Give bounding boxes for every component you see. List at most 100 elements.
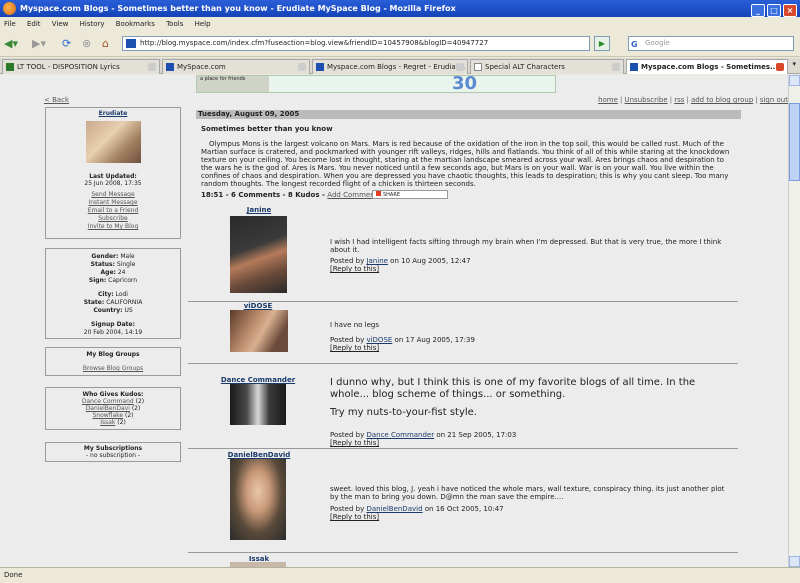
comment-author-link[interactable]: Dance Commander [366,431,434,439]
gender-value: Male [120,253,135,260]
menu-bookmarks[interactable]: Bookmarks [116,20,155,28]
comment-text: I dunno why, but I think this is one of … [330,377,696,400]
minimize-button[interactable]: _ [751,4,765,17]
tab-special-alt[interactable]: Special ALT Characters [470,59,624,74]
home-link[interactable]: home [598,96,618,104]
commenter-name[interactable]: Dance Commander [218,376,298,384]
last-updated-value: 25 Jun 2008, 17:35 [84,180,142,187]
browse-groups-link[interactable]: Browse Blog Groups [46,365,180,372]
tab-regret[interactable]: Myspace.com Blogs - Regret - Erudiat... [312,59,468,74]
vertical-scrollbar[interactable] [788,75,800,567]
search-input[interactable]: G Google [628,36,794,51]
scroll-up-icon[interactable] [789,75,800,86]
comment-date: on 16 Oct 2005, 10:47 [424,505,504,513]
post-body-text: Olympus Mons is the largest volcano on M… [201,140,730,188]
reply-link[interactable]: [Reply to this] [330,265,379,273]
commenter-avatar[interactable] [230,459,286,540]
tab-close-icon[interactable] [148,63,156,71]
profile-avatar[interactable] [85,121,141,163]
maximize-button[interactable]: □ [767,4,781,17]
tab-close-icon[interactable] [612,63,620,71]
menu-history[interactable]: History [80,20,105,28]
add-to-group-link[interactable]: add to blog group [691,96,753,104]
reply-link[interactable]: [Reply to this] [330,513,379,521]
tab-close-icon[interactable] [298,63,306,71]
forward-icon[interactable]: ▶▾ [32,35,46,52]
menu-help[interactable]: Help [195,20,211,28]
tab-lt-tool[interactable]: LT TOOL - DISPOSITION Lyrics [2,59,160,74]
commenter-name[interactable]: viDOSE [230,302,286,310]
menu-edit[interactable]: Edit [27,20,41,28]
tab-sometimes[interactable]: Myspace.com Blogs - Sometimes... [626,59,788,74]
sign-label: Sign: [88,277,107,284]
sign-value: Capricorn [108,277,138,284]
ad-banner[interactable]: a place for friends 30 [196,75,556,94]
comment-posted: Posted by Dance Commander on 21 Sep 2005… [330,431,516,439]
back-link[interactable]: < Back [44,96,69,104]
gender-label: Gender: [91,253,119,260]
subscribe-link[interactable]: Subscribe [46,215,180,223]
google-icon: G [631,40,638,49]
unsubscribe-link[interactable]: Unsubscribe [624,96,667,104]
instant-message-link[interactable]: Instant Message [46,199,180,207]
comment-author-link[interactable]: Janine [366,257,387,265]
status-label: Status: [90,261,115,268]
age-value: 24 [117,269,126,276]
sign-out-link[interactable]: sign out [760,96,788,104]
top-nav: home | Unsubscribe | rss | add to blog group | s… [598,96,788,104]
send-message-link[interactable]: Send Message [46,191,180,199]
tab-close-icon[interactable] [776,63,784,71]
reload-icon[interactable]: ⟳ [62,35,71,52]
posted-label: Posted by [330,431,365,439]
scroll-thumb[interactable] [789,103,800,181]
tab-bar: LT TOOL - DISPOSITION Lyrics MySpace.com… [0,58,800,74]
scroll-down-icon[interactable] [789,556,800,567]
comment-text: sweet. loved this blog, J. yeah i have n… [330,485,725,501]
post-meta: 18:51 - 6 Comments - 8 Kudos - Add Comme… [201,191,382,199]
go-button[interactable]: ▶ [594,36,610,51]
post-meta-text: 18:51 - 6 Comments - 8 Kudos - [201,191,325,199]
tab-favicon-icon [474,63,482,71]
kudos-user-link[interactable]: Issak [100,419,115,426]
menu-file[interactable]: File [4,20,16,28]
tab-myspace[interactable]: MySpace.com [162,59,310,74]
comment-item: DanielBenDavid sweet. loved this blog, J… [188,450,738,553]
back-icon[interactable]: ◀▾ [4,35,18,52]
close-button[interactable]: × [783,4,797,17]
subscriptions-title: My Subscriptions [83,445,143,452]
home-icon[interactable]: ⌂ [102,35,109,52]
age-label: Age: [100,269,116,276]
url-text: http://blog.myspace.com/index.cfm?fuseac… [140,39,489,47]
commenter-name[interactable]: Janine [234,206,284,214]
status-value: Single [116,261,136,268]
posted-label: Posted by [330,505,365,513]
share-button[interactable]: SHARE [372,190,448,199]
stop-icon[interactable]: ⊗ [82,35,91,52]
url-bar[interactable]: http://blog.myspace.com/index.cfm?fuseac… [122,36,590,51]
kudos-count: (2) [131,405,141,412]
kudos-user-link[interactable]: DanielBenDavi [86,405,130,412]
state-label: State: [83,299,105,306]
commenter-name[interactable]: DanielBenDavid [226,451,292,459]
info-box: Gender: Male Status: Single Age: 24 Sign… [45,248,181,339]
comment-author-link[interactable]: DanielBenDavid [366,505,422,513]
rss-link[interactable]: rss [674,96,684,104]
add-comment-link[interactable]: Add Comment [327,191,377,199]
menu-view[interactable]: View [52,20,69,28]
tab-label: Special ALT Characters [485,63,565,71]
commenter-avatar[interactable] [230,216,287,293]
tab-close-icon[interactable] [456,63,464,71]
reply-link[interactable]: [Reply to this] [330,439,379,447]
comment-author-link[interactable]: viDOSE [366,336,392,344]
kudos-user-link[interactable]: Snowflake [92,412,123,419]
commenter-avatar[interactable] [230,384,286,425]
state-value: CALIFORNIA [106,299,143,306]
menu-tools[interactable]: Tools [166,20,183,28]
reply-link[interactable]: [Reply to this] [330,344,379,352]
kudos-user-link[interactable]: Dance Command [82,398,134,405]
commenter-avatar[interactable] [230,310,288,352]
invite-link[interactable]: Invite to My Blog [46,223,180,231]
tab-list-icon[interactable]: ▾ [792,60,796,68]
email-friend-link[interactable]: Email to a Friend [46,207,180,215]
profile-name[interactable]: Erudiate [46,110,180,117]
